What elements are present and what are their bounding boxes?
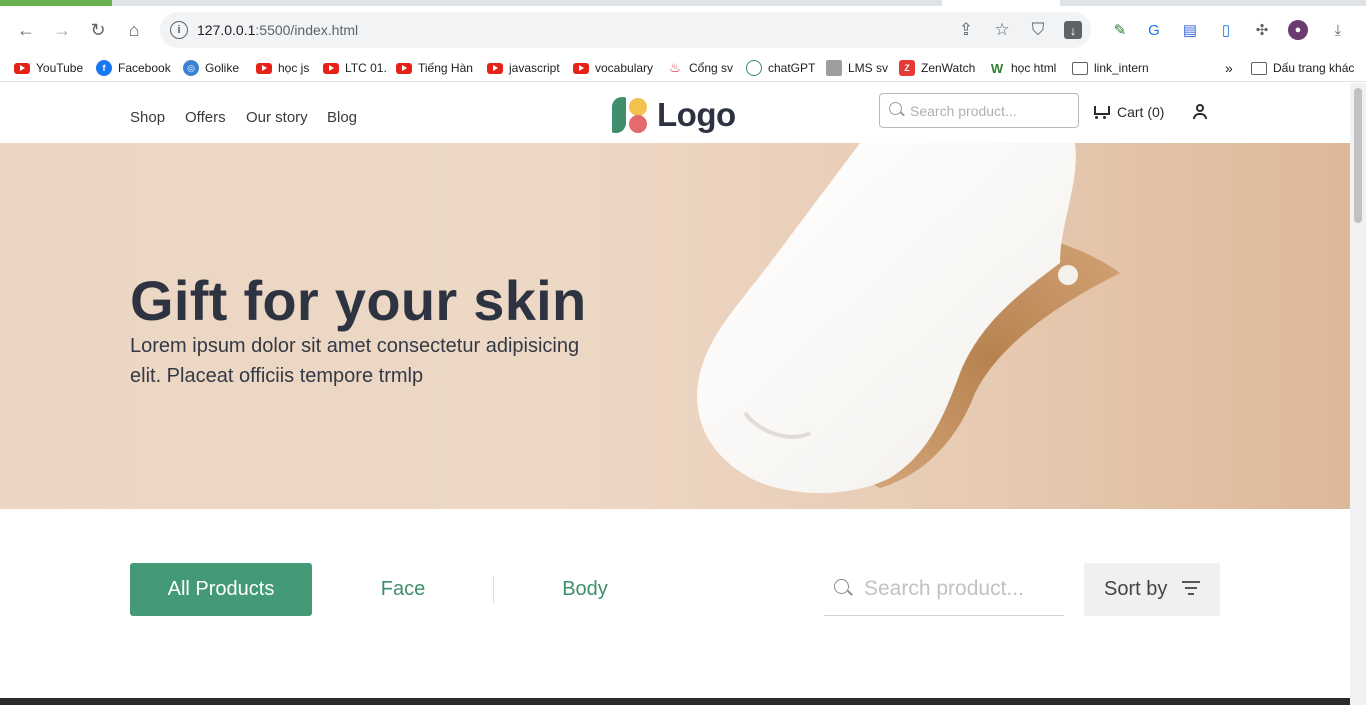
bookmark-item[interactable]: ◎ Golike xyxy=(183,58,239,78)
dropper-extension-icon[interactable]: ✎ xyxy=(1110,20,1130,40)
downloads-icon[interactable]: ⤓ xyxy=(1328,20,1348,40)
folder-icon xyxy=(1072,61,1088,75)
sort-by-button[interactable]: Sort by xyxy=(1084,563,1220,616)
bookmark-item[interactable]: javascript xyxy=(487,58,560,78)
bookmark-item[interactable]: ♨ Cổng sv xyxy=(667,58,733,78)
user-account-icon[interactable] xyxy=(1192,104,1208,120)
bookmarks-overflow-button[interactable]: » xyxy=(1225,58,1233,78)
youtube-icon xyxy=(14,62,30,74)
chatgpt-icon xyxy=(746,60,762,76)
bookmark-item[interactable]: f Facebook xyxy=(96,58,171,78)
forward-icon[interactable]: → xyxy=(50,18,74,42)
keyboard-extension-icon[interactable]: ▤ xyxy=(1180,20,1200,40)
cart-label: Cart (0) xyxy=(1117,104,1165,120)
page-viewport: Shop Offers Our story Blog Logo Search p… xyxy=(0,83,1350,705)
facebook-icon: f xyxy=(96,60,112,76)
share-icon[interactable]: ⇪ xyxy=(956,20,976,40)
hero-banner: Gift for your skin Lorem ipsum dolor sit… xyxy=(0,143,1350,509)
profile-avatar-icon[interactable]: ● xyxy=(1288,20,1308,40)
product-search-placeholder: Search product... xyxy=(864,577,1024,600)
address-bar[interactable]: i 127.0.0.1:5500/index.html ⇪ ☆ ⛉ ↓ xyxy=(160,12,1091,48)
bookmark-item[interactable]: Z ZenWatch xyxy=(899,58,975,78)
logo-mark-icon xyxy=(611,96,651,134)
nav-link-shop[interactable]: Shop xyxy=(130,109,165,126)
bookmark-folder[interactable]: link_intern xyxy=(1072,58,1149,78)
youtube-icon xyxy=(256,62,272,74)
back-icon[interactable]: ← xyxy=(14,18,38,42)
hero-title: Gift for your skin xyxy=(130,269,587,332)
bookmark-item[interactable]: vocabulary xyxy=(573,58,653,78)
translate-extension-icon[interactable]: G xyxy=(1144,20,1164,40)
extensions-puzzle-icon[interactable]: ✣ xyxy=(1252,20,1272,40)
filter-lines-icon xyxy=(1182,581,1200,597)
bookmark-item[interactable]: chatGPT xyxy=(746,58,815,78)
lms-icon xyxy=(826,60,842,76)
product-filter-bar: All Products Face Body Search product...… xyxy=(0,509,1350,705)
shield-icon[interactable]: ⛉ xyxy=(1028,20,1048,40)
portal-icon: ♨ xyxy=(667,60,683,76)
bookmark-item[interactable]: Whọc html xyxy=(989,58,1056,78)
header-search-input[interactable]: Search product... xyxy=(879,93,1079,128)
header-search-placeholder: Search product... xyxy=(910,102,1017,119)
reload-icon[interactable]: ↻ xyxy=(86,18,110,42)
bookmarks-bar: YouTube f Facebook ◎ Golike học js LTC 01.… xyxy=(0,54,1366,82)
nav-link-blog[interactable]: Blog xyxy=(327,109,357,126)
hero-subtitle: Lorem ipsum dolor sit amet consectetur a… xyxy=(130,335,580,387)
bookmark-item[interactable]: LTC 01. xyxy=(323,58,387,78)
folder-icon xyxy=(1251,61,1267,75)
sort-by-label: Sort by xyxy=(1104,578,1168,600)
bookmark-item[interactable]: Tiếng Hàn xyxy=(396,58,473,78)
youtube-icon xyxy=(396,62,412,74)
golike-icon: ◎ xyxy=(183,60,199,76)
tab-extension-icon[interactable]: ▯ xyxy=(1216,20,1236,40)
cart-icon xyxy=(1091,104,1110,120)
download-page-icon[interactable]: ↓ xyxy=(1064,21,1082,39)
site-info-icon[interactable]: i xyxy=(170,21,188,39)
page-scrollbar[interactable] xyxy=(1350,83,1366,705)
star-icon[interactable]: ☆ xyxy=(992,20,1012,40)
nav-link-offers[interactable]: Offers xyxy=(185,109,226,126)
logo-text: Logo xyxy=(657,96,736,133)
scrollbar-thumb[interactable] xyxy=(1354,88,1362,223)
bookmark-item[interactable]: học js xyxy=(256,58,309,78)
youtube-icon xyxy=(323,62,339,74)
tab-face[interactable]: Face xyxy=(312,563,494,616)
site-logo[interactable]: Logo xyxy=(611,96,736,134)
tab-all-products[interactable]: All Products xyxy=(130,563,312,616)
bookmark-item[interactable]: YouTube xyxy=(14,58,83,78)
address-url: 127.0.0.1:5500/index.html xyxy=(197,22,359,38)
browser-toolbar: ← → ↻ ⌂ i 127.0.0.1:5500/index.html ⇪ ☆ … xyxy=(0,6,1366,54)
youtube-icon xyxy=(573,62,589,74)
site-header: Shop Offers Our story Blog Logo Search p… xyxy=(0,83,1350,143)
zenwatch-icon: Z xyxy=(899,60,915,76)
tab-body[interactable]: Body xyxy=(494,563,676,616)
cart-button[interactable]: Cart (0) xyxy=(1091,102,1164,122)
search-icon xyxy=(834,579,849,594)
search-icon xyxy=(889,102,902,115)
taskbar-edge xyxy=(0,698,1350,705)
youtube-icon xyxy=(487,62,503,74)
product-search-input[interactable]: Search product... xyxy=(824,563,1064,616)
w3-icon: W xyxy=(989,60,1005,76)
bookmark-item[interactable]: LMS sv xyxy=(826,58,888,78)
nav-link-our-story[interactable]: Our story xyxy=(246,109,308,126)
other-bookmarks-folder[interactable]: Dấu trang khác xyxy=(1251,58,1354,78)
home-icon[interactable]: ⌂ xyxy=(122,18,146,42)
